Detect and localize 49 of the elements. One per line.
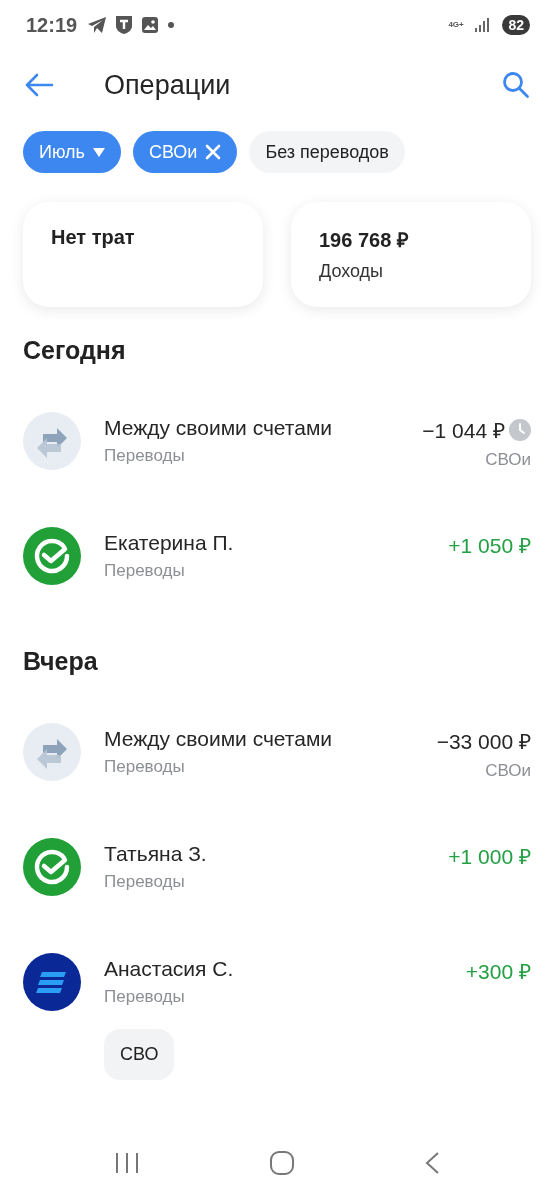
operation-amount: −1 044 ₽ [422, 418, 505, 444]
close-icon[interactable] [205, 144, 222, 160]
dot-icon [167, 21, 176, 29]
transfer-icon [23, 723, 81, 781]
check-logo-icon [23, 527, 81, 585]
operation-name[interactable]: Татьяна З. [104, 842, 207, 866]
operation-amount: +1 000 ₽ [448, 844, 531, 870]
back-arrow-icon[interactable] [24, 73, 54, 97]
paper-plane-icon [87, 16, 108, 34]
shield-icon [115, 15, 134, 35]
operation-category: Переводы [104, 987, 185, 1007]
summary-title: Нет трат [51, 226, 135, 249]
operation-account: СВОи [485, 761, 531, 781]
search-icon[interactable] [502, 71, 530, 99]
page-title: Операции [104, 69, 232, 101]
back-icon[interactable] [423, 1150, 440, 1175]
filter-chip[interactable]: СВОи [132, 131, 238, 173]
summary-card[interactable]: 196 768 ₽ Доходы [291, 202, 531, 307]
operation-name[interactable]: Екатерина П. [104, 531, 234, 555]
operation-category: Переводы [104, 757, 185, 777]
operation-amount: +1 050 ₽ [448, 533, 531, 559]
operation-name[interactable]: Между своими счетами [104, 727, 333, 751]
operation-account: СВОи [485, 450, 531, 470]
filter-chip[interactable]: Без переводов [249, 131, 405, 173]
network-type: 4G+ [448, 21, 465, 29]
summary-title: 196 768 ₽ [319, 228, 409, 253]
operation-amount: +300 ₽ [465, 959, 531, 985]
filter-chip[interactable]: Июль [23, 131, 121, 173]
home-icon[interactable] [269, 1149, 295, 1176]
signal-icon [474, 17, 491, 33]
operation-category: Переводы [104, 872, 185, 892]
battery-level: 82 [502, 15, 530, 35]
operation-category: Переводы [104, 561, 185, 581]
summary-label: Доходы [319, 261, 384, 282]
operation-name[interactable]: Анастасия С. [104, 957, 234, 981]
operation-amount: −33 000 ₽ [436, 729, 531, 755]
operation-tag: СВО [104, 1029, 175, 1080]
check-logo-icon [23, 838, 81, 896]
operation-name[interactable]: Между своими счетами [104, 416, 333, 440]
section-heading: Вчера [23, 646, 99, 677]
stripes-logo-icon [23, 953, 81, 1011]
transfer-icon [23, 412, 81, 470]
status-time: 12:19 [26, 13, 78, 37]
caret-icon [92, 147, 105, 157]
recent-apps-icon[interactable] [114, 1151, 141, 1174]
operation-category: Переводы [104, 446, 185, 466]
summary-card[interactable]: Нет трат [23, 202, 263, 307]
section-heading: Сегодня [23, 335, 127, 366]
image-icon [141, 16, 160, 34]
